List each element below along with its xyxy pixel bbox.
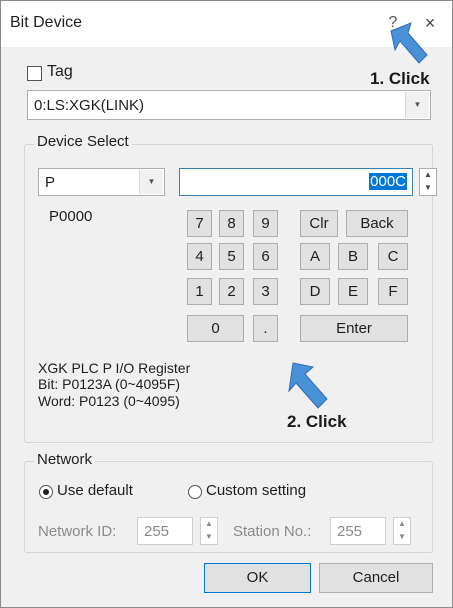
spin-down-icon[interactable]: ▼ [420, 182, 436, 195]
device-address-input[interactable]: 000C [179, 168, 413, 196]
device-address-value: 000C [369, 173, 407, 190]
cancel-button[interactable]: Cancel [319, 563, 433, 593]
key-7[interactable]: 7 [187, 210, 212, 237]
bit-device-dialog: Bit Device ? × Tag 0:LS:XGK(LINK) ▼ Devi… [0, 0, 453, 608]
network-id-input[interactable]: 255 [137, 517, 193, 545]
plc-select[interactable]: 0:LS:XGK(LINK) ▼ [27, 90, 431, 120]
key-e[interactable]: E [338, 278, 368, 305]
spin-up-icon[interactable]: ▲ [201, 518, 217, 531]
key-a[interactable]: A [300, 243, 330, 270]
station-no-spinner[interactable]: ▲ ▼ [393, 517, 411, 545]
key-b[interactable]: B [338, 243, 368, 270]
station-no-input[interactable]: 255 [330, 517, 386, 545]
dropdown-arrow-icon[interactable]: ▼ [405, 92, 429, 118]
key-9[interactable]: 9 [253, 210, 278, 237]
key-8[interactable]: 8 [219, 210, 244, 237]
tag-checkbox[interactable] [27, 66, 42, 81]
address-spinner[interactable]: ▲ ▼ [419, 168, 437, 196]
dropdown-arrow-icon[interactable]: ▼ [139, 170, 163, 194]
register-info-title: XGK PLC P I/O Register [38, 360, 191, 376]
annotation-arrow-icon [288, 362, 328, 409]
window-title: Bit Device [10, 14, 83, 31]
annotation-arrow-1-shape [390, 22, 428, 64]
register-info-bit: Bit: P0123A (0~4095F) [38, 376, 181, 392]
custom-setting-radio[interactable] [188, 485, 202, 499]
register-info-word: Word: P0123 (0~4095) [38, 393, 180, 409]
annotation-arrow-2-shape [288, 362, 328, 409]
key-1[interactable]: 1 [187, 278, 212, 305]
key-2[interactable]: 2 [219, 278, 244, 305]
key-5[interactable]: 5 [219, 243, 244, 270]
device-select-title: Device Select [34, 133, 132, 150]
network-id-value: 255 [144, 523, 170, 540]
annotation-arrow-icon [390, 22, 428, 64]
key-4[interactable]: 4 [187, 243, 212, 270]
key-0[interactable]: 0 [187, 315, 244, 342]
use-default-label: Use default [57, 482, 133, 499]
spin-down-icon[interactable]: ▼ [201, 531, 217, 544]
station-no-value: 255 [337, 523, 363, 540]
spin-up-icon[interactable]: ▲ [394, 518, 410, 531]
device-type-value: P [45, 174, 56, 191]
key-c[interactable]: C [378, 243, 408, 270]
network-title: Network [34, 451, 96, 468]
title-bar: Bit Device ? × [1, 1, 452, 47]
use-default-radio[interactable] [39, 485, 53, 499]
key-6[interactable]: 6 [253, 243, 278, 270]
key-3[interactable]: 3 [253, 278, 278, 305]
back-button[interactable]: Back [346, 210, 408, 237]
device-type-select[interactable]: P ▼ [38, 168, 165, 196]
key-f[interactable]: F [378, 278, 408, 305]
spin-down-icon[interactable]: ▼ [394, 531, 410, 544]
key-d[interactable]: D [300, 278, 330, 305]
key-dot[interactable]: . [253, 315, 278, 342]
ok-button[interactable]: OK [204, 563, 311, 593]
station-no-label: Station No.: [233, 523, 312, 540]
device-name-label: P0000 [49, 208, 93, 225]
plc-select-value: 0:LS:XGK(LINK) [34, 97, 145, 114]
clear-button[interactable]: Clr [300, 210, 338, 237]
tag-label: Tag [47, 63, 73, 80]
network-id-spinner[interactable]: ▲ ▼ [200, 517, 218, 545]
custom-setting-label: Custom setting [206, 482, 307, 499]
enter-button[interactable]: Enter [300, 315, 408, 342]
network-id-label: Network ID: [38, 523, 117, 540]
annotation-step-1: 1. Click [370, 69, 430, 88]
annotation-step-2: 2. Click [287, 412, 347, 431]
spin-up-icon[interactable]: ▲ [420, 169, 436, 182]
